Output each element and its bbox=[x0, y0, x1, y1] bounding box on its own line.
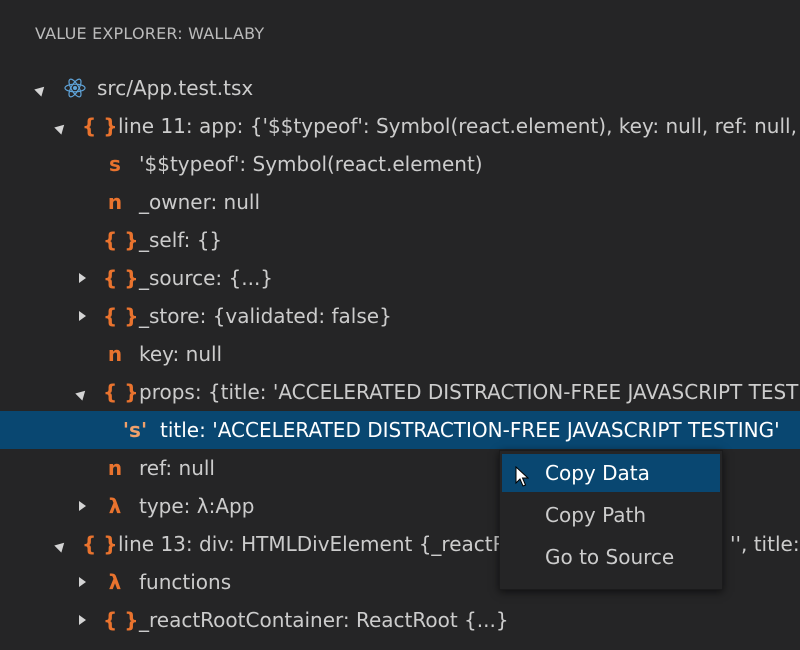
expanded-chevron-icon[interactable] bbox=[54, 107, 68, 145]
tree-row-label: ref: null bbox=[139, 456, 215, 480]
string-type-icon: 's' bbox=[122, 418, 148, 442]
context-menu: Copy Data Copy Path Go to Source bbox=[499, 450, 723, 590]
object-type-icon: { } bbox=[103, 266, 139, 290]
object-type-icon: { } bbox=[103, 228, 139, 252]
expanded-chevron-icon[interactable] bbox=[34, 69, 48, 107]
tree-row-self[interactable]: { } _self: {} bbox=[0, 221, 800, 259]
tree-row-key[interactable]: n key: null bbox=[0, 335, 800, 373]
tree-row-typeof[interactable]: s '$$typeof': Symbol(react.element) bbox=[0, 145, 800, 183]
collapsed-chevron-icon[interactable] bbox=[75, 297, 89, 335]
tree-row-label: _reactRootContainer: ReactRoot {...} bbox=[139, 608, 509, 632]
tree-row-label: line 13: div: HTMLDivElement {_reactRo bbox=[118, 532, 518, 556]
tree-row-label: line 11: app: {'$$typeof': Symbol(react.… bbox=[118, 114, 800, 138]
number-type-icon: n bbox=[107, 342, 123, 366]
object-type-icon: { } bbox=[82, 532, 118, 556]
tree-row-label: key: null bbox=[139, 342, 223, 366]
tree-row-title-selected[interactable]: 's' title: 'ACCELERATED DISTRACTION-FREE… bbox=[0, 411, 800, 449]
react-icon bbox=[64, 78, 86, 98]
object-type-icon: { } bbox=[103, 380, 139, 404]
tree-row-label: props: {title: 'ACCELERATED DISTRACTION-… bbox=[139, 380, 800, 404]
tree-row-label: type: λ:App bbox=[139, 494, 255, 518]
tree-row-label: '$$typeof': Symbol(react.element) bbox=[139, 152, 483, 176]
collapsed-chevron-icon[interactable] bbox=[75, 487, 89, 525]
tree-row-react-root-container[interactable]: { } _reactRootContainer: ReactRoot {...} bbox=[0, 601, 800, 639]
function-type-icon: λ bbox=[108, 570, 122, 594]
tree-row-label: _owner: null bbox=[139, 190, 261, 214]
menu-item-go-to-source[interactable]: Go to Source bbox=[502, 538, 720, 576]
number-type-icon: n bbox=[107, 456, 123, 480]
tree-row-label-tail: '', title: bbox=[730, 532, 800, 556]
tree-row-root-file[interactable]: src/App.test.tsx bbox=[0, 69, 800, 107]
expanded-chevron-icon[interactable] bbox=[75, 373, 89, 411]
panel-title: VALUE EXPLORER: WALLABY bbox=[35, 24, 265, 43]
object-type-icon: { } bbox=[103, 608, 139, 632]
function-type-icon: λ bbox=[108, 494, 122, 518]
number-type-icon: n bbox=[107, 190, 123, 214]
tree-row-store[interactable]: { } _store: {validated: false} bbox=[0, 297, 800, 335]
string-type-icon: s bbox=[109, 152, 121, 176]
tree-row-props[interactable]: { } props: {title: 'ACCELERATED DISTRACT… bbox=[0, 373, 800, 411]
expanded-chevron-icon[interactable] bbox=[54, 525, 68, 563]
tree-row-label: _self: {} bbox=[139, 228, 223, 252]
object-type-icon: { } bbox=[82, 114, 118, 138]
menu-item-copy-data[interactable]: Copy Data bbox=[502, 454, 720, 492]
tree-row-owner[interactable]: n _owner: null bbox=[0, 183, 800, 221]
collapsed-chevron-icon[interactable] bbox=[75, 601, 89, 639]
collapsed-chevron-icon[interactable] bbox=[75, 563, 89, 601]
tree-row-label: functions bbox=[139, 570, 232, 594]
tree-row-line-11[interactable]: { } line 11: app: {'$$typeof': Symbol(re… bbox=[0, 107, 800, 145]
collapsed-chevron-icon[interactable] bbox=[75, 259, 89, 297]
tree-row-label: _store: {validated: false} bbox=[139, 304, 392, 328]
mouse-pointer-icon bbox=[515, 466, 529, 487]
tree-row-label: title: 'ACCELERATED DISTRACTION-FREE JAV… bbox=[160, 418, 780, 442]
tree-row-label: src/App.test.tsx bbox=[97, 76, 254, 100]
menu-item-copy-path[interactable]: Copy Path bbox=[502, 496, 720, 534]
tree-row-source[interactable]: { } _source: {...} bbox=[0, 259, 800, 297]
object-type-icon: { } bbox=[103, 304, 139, 328]
tree-row-label: _source: {...} bbox=[139, 266, 274, 290]
